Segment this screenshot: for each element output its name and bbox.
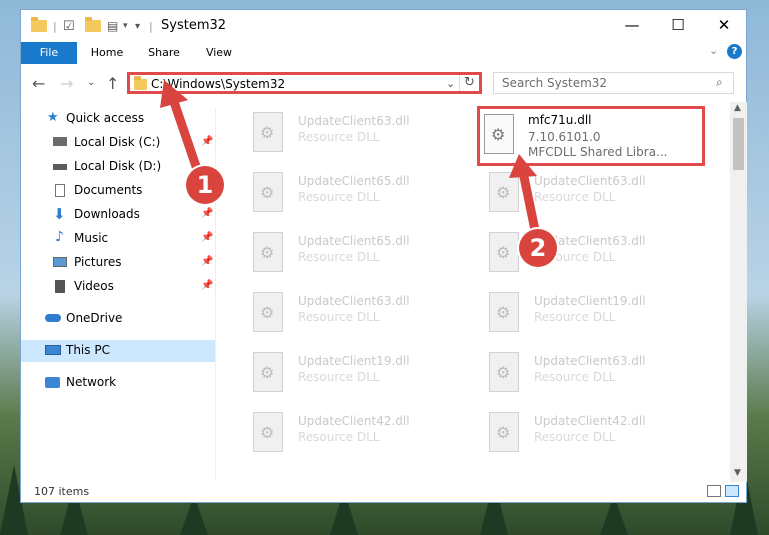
dll-file-icon	[489, 412, 519, 452]
separator: |	[149, 19, 153, 33]
folder-icon	[31, 17, 47, 35]
dll-file-icon	[253, 292, 283, 332]
file-item[interactable]: UpdateClient19.dll Resource DLL	[477, 288, 697, 340]
view-options-icon[interactable]: ▤	[107, 17, 118, 35]
network-icon	[45, 377, 60, 388]
drive-icon	[53, 164, 67, 170]
step-2-badge: 2	[519, 229, 557, 267]
file-item[interactable]: UpdateClient42.dll Resource DLL	[241, 408, 461, 460]
vertical-scrollbar[interactable]: ▲ ▼	[730, 102, 747, 482]
scroll-down-icon[interactable]: ▼	[734, 468, 741, 478]
close-button[interactable]: ✕	[701, 10, 747, 40]
file-item[interactable]: UpdateClient42.dll Resource DLL	[477, 408, 697, 460]
download-icon: ⬇	[53, 205, 66, 223]
sidebar-item-videos[interactable]: Videos 📌	[21, 276, 215, 298]
sidebar-item-network[interactable]: Network	[21, 372, 215, 394]
dll-file-icon	[253, 352, 283, 392]
title-bar: | ☑ ▤ ▾ ▾ | System32 — ☐ ✕	[21, 10, 746, 42]
star-icon: ★	[47, 110, 59, 125]
file-item[interactable]: UpdateClient63.dll Resource DLL	[477, 348, 697, 400]
expand-ribbon-icon[interactable]: ⌄	[709, 44, 718, 57]
up-arrow-icon[interactable]: ↑	[106, 74, 119, 93]
item-count: 107 items	[34, 485, 90, 498]
file-item[interactable]: UpdateClient63.dll Resource DLL	[241, 288, 461, 340]
ribbon: File Home Share View ⌄ ?	[21, 42, 746, 66]
chevron-down-icon[interactable]: ▾	[123, 17, 128, 35]
scrollbar-thumb[interactable]	[733, 118, 744, 170]
dll-file-icon	[484, 114, 514, 154]
new-folder-icon[interactable]	[85, 17, 101, 35]
properties-icon[interactable]: ☑	[63, 17, 75, 35]
sidebar-item-music[interactable]: ♪ Music 📌	[21, 228, 215, 250]
dll-file-icon	[489, 352, 519, 392]
pin-icon[interactable]: 📌	[201, 232, 213, 243]
customize-toolbar-icon[interactable]: ▾	[135, 17, 140, 35]
step-1-badge: 1	[186, 166, 224, 204]
pin-icon[interactable]: 📌	[201, 280, 213, 291]
explorer-window: | ☑ ▤ ▾ ▾ | System32 — ☐ ✕ File Home Sha…	[20, 9, 747, 503]
search-box[interactable]: Search System32 ⌕	[493, 72, 734, 94]
cloud-icon	[45, 314, 61, 322]
sidebar-item-onedrive[interactable]: OneDrive	[21, 308, 215, 330]
tab-file[interactable]: File	[21, 42, 77, 64]
separator	[459, 75, 460, 91]
maximize-button[interactable]: ☐	[655, 10, 701, 40]
tab-view[interactable]: View	[193, 42, 245, 64]
file-item[interactable]: UpdateClient63.dll Resource DLL	[241, 108, 461, 160]
pin-icon[interactable]: 📌	[201, 256, 213, 267]
window-title: System32	[161, 18, 227, 33]
large-icons-view-icon[interactable]	[725, 485, 739, 497]
scroll-up-icon[interactable]: ▲	[734, 103, 741, 113]
recent-locations-icon[interactable]: ⌄	[87, 77, 95, 88]
tab-home[interactable]: Home	[79, 42, 135, 64]
video-icon	[55, 280, 65, 293]
file-item[interactable]: UpdateClient65.dll Resource DLL	[241, 228, 461, 280]
document-icon	[55, 184, 65, 197]
refresh-icon[interactable]: ↻	[464, 75, 475, 90]
dll-file-icon	[489, 292, 519, 332]
drive-icon	[53, 137, 67, 146]
separator: |	[53, 19, 57, 33]
navigation-bar: ← → ⌄ ↑ C:\Windows\System32 ⌄ ↻ Search S…	[21, 70, 746, 98]
file-item[interactable]: UpdateClient65.dll Resource DLL	[241, 168, 461, 220]
forward-arrow-icon[interactable]: →	[60, 74, 73, 93]
dll-file-icon	[253, 112, 283, 152]
folder-icon	[134, 76, 147, 90]
music-icon: ♪	[55, 229, 64, 245]
annotation-arrow-2	[509, 154, 540, 235]
sidebar-item-this-pc[interactable]: This PC	[21, 340, 215, 362]
back-arrow-icon[interactable]: ←	[32, 74, 45, 93]
file-item[interactable]: UpdateClient19.dll Resource DLL	[241, 348, 461, 400]
address-dropdown-icon[interactable]: ⌄	[446, 77, 455, 90]
dll-file-icon	[253, 232, 283, 272]
search-input[interactable]: Search System32	[502, 76, 607, 90]
sidebar-item-pictures[interactable]: Pictures 📌	[21, 252, 215, 274]
help-icon[interactable]: ?	[727, 44, 742, 59]
details-view-icon[interactable]	[707, 485, 721, 497]
pin-icon[interactable]: 📌	[201, 208, 213, 219]
search-icon[interactable]: ⌕	[716, 75, 723, 90]
dll-file-icon	[253, 412, 283, 452]
tab-share[interactable]: Share	[137, 42, 191, 64]
status-bar: 107 items	[21, 480, 746, 502]
sidebar-item-downloads[interactable]: ⬇ Downloads 📌	[21, 204, 215, 226]
computer-icon	[45, 345, 61, 355]
file-list: UpdateClient63.dll Resource DLL UpdateCl…	[231, 102, 729, 474]
dll-file-icon	[253, 172, 283, 212]
minimize-button[interactable]: —	[609, 10, 655, 40]
picture-icon	[53, 257, 67, 267]
